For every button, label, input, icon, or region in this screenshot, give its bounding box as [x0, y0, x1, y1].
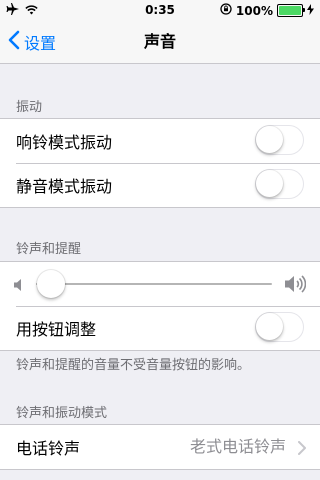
- chevron-right-icon: [298, 440, 306, 459]
- ringtone-row[interactable]: 电话铃声 老式电话铃声: [0, 425, 320, 469]
- page-title: 声音: [143, 32, 176, 51]
- section-header-vibration: 振动: [16, 100, 43, 115]
- battery-icon: [277, 4, 305, 17]
- toggle-knob: [256, 313, 283, 340]
- button-adjust-toggle[interactable]: [255, 312, 304, 342]
- button-adjust-row: 用按钮调整: [0, 306, 320, 350]
- volume-low-icon: [14, 277, 24, 296]
- battery-level: [279, 6, 301, 15]
- toggle-knob: [256, 126, 283, 153]
- battery-percent: 100%: [235, 3, 273, 18]
- ringer-footnote: 铃声和提醒的音量不受音量按钮的影响。: [16, 358, 251, 373]
- ring-vibrate-row: 响铃模式振动: [0, 119, 320, 163]
- status-right: 100%: [220, 3, 314, 18]
- ring-vibrate-toggle[interactable]: [255, 125, 304, 155]
- toggle-knob: [256, 170, 283, 197]
- charging-icon: [307, 3, 314, 18]
- orientation-lock-icon: [220, 3, 232, 18]
- status-bar: 0:35 100%: [0, 0, 320, 20]
- ringer-group: 用按钮调整: [0, 261, 320, 351]
- volume-slider-knob[interactable]: [37, 270, 65, 298]
- ringtone-value: 老式电话铃声: [189, 437, 286, 456]
- section-header-ringer: 铃声和提醒: [16, 242, 82, 257]
- section-header-patterns: 铃声和振动模式: [16, 406, 108, 421]
- volume-high-icon: [284, 273, 307, 299]
- volume-slider-row: [0, 262, 320, 306]
- patterns-group: 电话铃声 老式电话铃声: [0, 424, 320, 470]
- silent-vibrate-row: 静音模式振动: [0, 163, 320, 207]
- silent-vibrate-toggle[interactable]: [255, 169, 304, 199]
- volume-slider-track[interactable]: [36, 283, 272, 285]
- vibration-group: 响铃模式振动 静音模式振动: [0, 118, 320, 208]
- navigation-bar: 设置 声音: [0, 20, 320, 64]
